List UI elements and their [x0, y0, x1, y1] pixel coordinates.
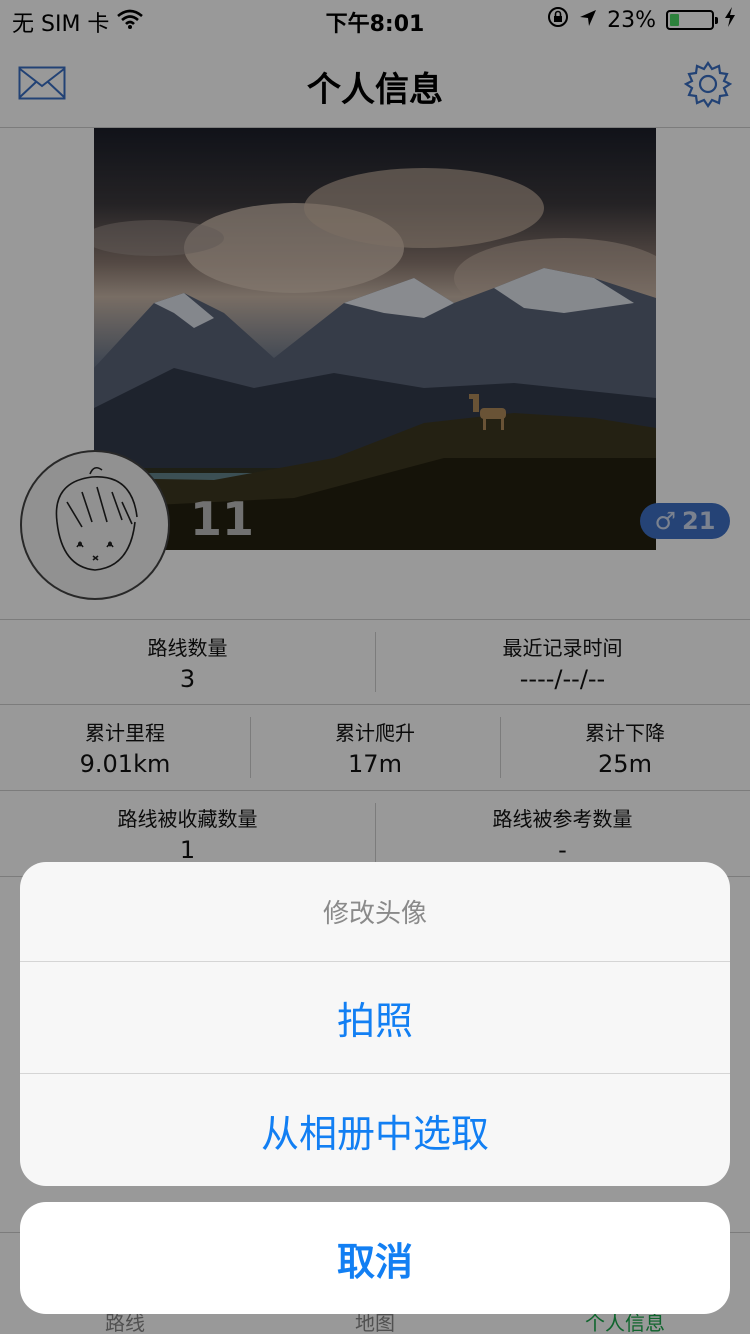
take-photo-button[interactable]: 拍照 — [20, 962, 730, 1074]
action-sheet-title: 修改头像 — [20, 862, 730, 962]
action-sheet: 修改头像 拍照 从相册中选取 — [20, 862, 730, 1186]
choose-from-album-button[interactable]: 从相册中选取 — [20, 1074, 730, 1186]
cancel-button[interactable]: 取消 — [20, 1202, 730, 1314]
